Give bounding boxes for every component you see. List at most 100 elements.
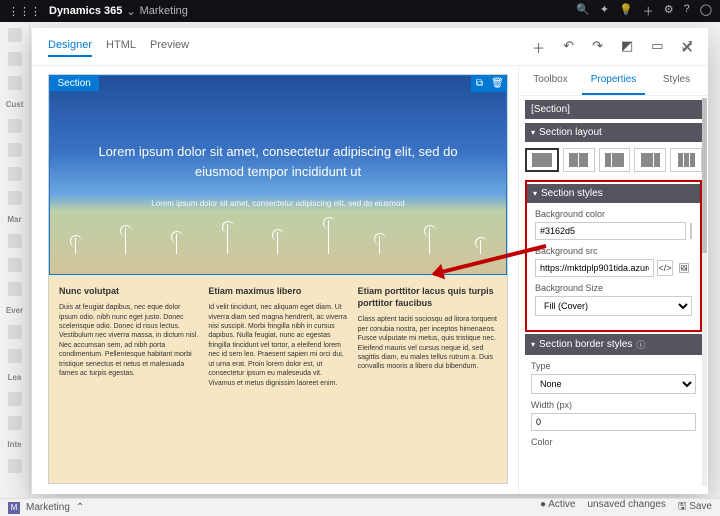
nav-icon-7[interactable] — [8, 191, 22, 205]
redo-icon[interactable]: ↷ — [592, 38, 603, 57]
layout-21[interactable] — [634, 148, 666, 172]
area-name[interactable]: Marketing — [26, 502, 70, 513]
styles-callout: ▾ Section styles Background color — [525, 180, 702, 332]
rtab-toolbox[interactable]: Toolbox — [519, 66, 582, 95]
area-avatar[interactable]: M — [8, 502, 20, 514]
nav-group-1: Cust — [6, 100, 24, 109]
border-type-label: Type — [531, 361, 696, 371]
designer-modal: ✕ Designer HTML Preview ＋ ↶ ↷ ◩ ▭ ⤢ Sect… — [32, 28, 708, 494]
responsive-icon[interactable]: ▭ — [651, 38, 663, 57]
column-2[interactable]: Etiam maximus libero Id velit tincidunt,… — [208, 285, 347, 473]
border-width-input[interactable] — [531, 413, 696, 431]
nav-icon-15[interactable] — [8, 459, 22, 473]
column-1[interactable]: Nunc volutpat Duis at feugiat dapibus, n… — [59, 285, 198, 473]
chevron-down-icon[interactable]: ⌄ — [126, 5, 135, 18]
layout-2col[interactable] — [563, 148, 595, 172]
rtab-properties[interactable]: Properties — [582, 66, 645, 95]
layout-1col[interactable] — [525, 148, 559, 172]
tab-preview[interactable]: Preview — [150, 39, 189, 57]
caret-icon: ▾ — [531, 128, 535, 137]
border-type-select[interactable]: None — [531, 374, 696, 394]
record-status: ● Active — [540, 499, 576, 516]
section-layout-header[interactable]: ▾ Section layout — [525, 123, 702, 142]
col3-title: Etiam porttitor lacus quis turpis portti… — [358, 285, 497, 309]
design-canvas: Section ⧉ 🗑 Lorem ipsum dolor sit amet, … — [32, 66, 518, 494]
bg-src-input[interactable] — [535, 259, 654, 277]
area-label: Marketing — [140, 5, 188, 17]
nav-icon-3[interactable] — [8, 76, 22, 90]
caret-icon: ▾ — [533, 189, 537, 198]
panel-scrollbar[interactable] — [702, 98, 707, 486]
nav-group-5: Inte — [7, 440, 21, 449]
caret-icon: ▾ — [531, 340, 535, 349]
nav-icon-6[interactable] — [8, 167, 22, 181]
bg-src-label: Background src — [535, 246, 692, 256]
bulb-icon[interactable]: 💡 — [619, 3, 633, 19]
waffle-icon[interactable]: ⋮⋮⋮ — [8, 5, 41, 18]
close-icon[interactable]: ✕ — [681, 38, 694, 58]
brand: Dynamics 365 — [49, 5, 122, 17]
nav-group-3: Ever — [6, 306, 23, 315]
bg-color-label: Background color — [535, 209, 692, 219]
area-chevron-icon[interactable]: ⌃ — [76, 502, 84, 513]
nav-icon-10[interactable] — [8, 282, 22, 296]
hero-headline: Lorem ipsum dolor sit amet, consectetur … — [76, 142, 480, 181]
layout-options — [525, 142, 702, 178]
column-3[interactable]: Etiam porttitor lacus quis turpis portti… — [358, 285, 497, 473]
nav-icon-5[interactable] — [8, 143, 22, 157]
image-browse-icon[interactable]: 🖼 — [676, 260, 692, 276]
designer-tabbar: Designer HTML Preview ＋ ↶ ↷ ◩ ▭ ⤢ — [32, 28, 708, 66]
bg-size-select[interactable]: Fill (Cover) — [535, 296, 692, 316]
border-width-label: Width (px) — [531, 400, 696, 410]
status-bar: M Marketing ⌃ ● Active unsaved changes 🖫… — [0, 498, 720, 516]
columns-section[interactable]: Nunc volutpat Duis at feugiat dapibus, n… — [49, 275, 507, 483]
avatar-icon[interactable]: ◯ — [700, 3, 712, 19]
section-copy-icon[interactable]: ⧉ — [471, 76, 489, 92]
section-delete-icon[interactable]: 🗑 — [489, 76, 507, 92]
unsaved-label: unsaved changes — [587, 499, 665, 516]
accessibility-icon[interactable]: ◩ — [621, 38, 633, 57]
nav-icon-11[interactable] — [8, 325, 22, 339]
section-badge[interactable]: Section — [50, 76, 99, 91]
border-color-label: Color — [531, 437, 696, 447]
hero-section[interactable]: Lorem ipsum dolor sit amet, consectetur … — [50, 76, 506, 274]
nav-icon-13[interactable] — [8, 392, 22, 406]
layout-3col[interactable] — [670, 148, 702, 172]
left-nav-rail: Cust Mar Ever Lea Inte — [0, 22, 30, 516]
plus-icon[interactable]: ＋ — [643, 3, 654, 19]
tab-html[interactable]: HTML — [106, 39, 136, 57]
nav-icon-8[interactable] — [8, 234, 22, 248]
section-styles-header[interactable]: ▾ Section styles — [527, 184, 700, 203]
rtab-styles[interactable]: Styles — [645, 66, 708, 95]
col1-title: Nunc volutpat — [59, 285, 198, 297]
nav-icon-1[interactable] — [8, 28, 22, 42]
save-button[interactable]: 🖫 Save — [678, 499, 712, 516]
properties-panel: Toolbox Properties Styles [Section] ▾ Se… — [518, 66, 708, 494]
filter-icon[interactable]: ⚙ — [664, 3, 674, 19]
nav-icon-4[interactable] — [8, 119, 22, 133]
code-icon[interactable]: </> — [657, 260, 673, 276]
info-icon[interactable]: ⓘ — [636, 338, 645, 351]
col2-body: Id velit tincidunt, nec aliquam eget dia… — [208, 303, 347, 388]
nav-icon-12[interactable] — [8, 349, 22, 363]
tab-designer[interactable]: Designer — [48, 39, 92, 57]
layout-12[interactable] — [599, 148, 631, 172]
nav-icon-9[interactable] — [8, 258, 22, 272]
assist-icon[interactable]: ✦ — [600, 3, 609, 19]
col1-body: Duis at feugiat dapibus, nec eque dolor … — [59, 303, 198, 379]
search-icon[interactable]: 🔍 — [576, 3, 590, 19]
help-icon[interactable]: ? — [684, 3, 690, 19]
hero-image-decoration — [50, 220, 506, 254]
app-topbar: ⋮⋮⋮ Dynamics 365 ⌄ Marketing 🔍 ✦ 💡 ＋ ⚙ ?… — [0, 0, 720, 22]
undo-icon[interactable]: ↶ — [563, 38, 574, 57]
col3-body: Class aptent taciti sociosqu ad litora t… — [358, 315, 497, 372]
nav-icon-2[interactable] — [8, 52, 22, 66]
nav-group-4: Lea — [8, 373, 22, 382]
add-icon[interactable]: ＋ — [532, 38, 545, 57]
nav-icon-14[interactable] — [8, 416, 22, 430]
selection-crumb: [Section] — [525, 100, 702, 119]
bg-color-swatch[interactable] — [690, 223, 692, 239]
nav-group-2: Mar — [7, 215, 21, 224]
section-border-header[interactable]: ▾ Section border styles ⓘ — [525, 334, 702, 355]
bg-color-input[interactable] — [535, 222, 686, 240]
